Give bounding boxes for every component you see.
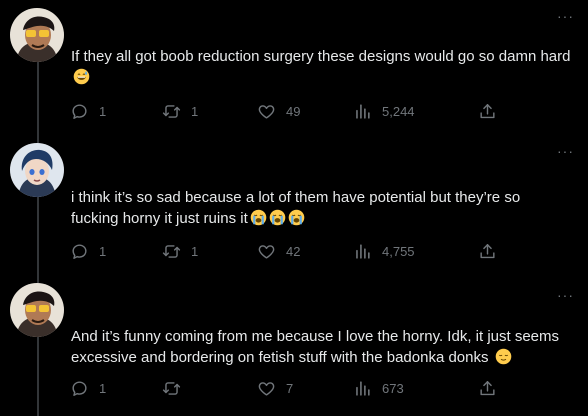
share-icon [478, 242, 497, 261]
reply-thread: ··· If they all got boob reduction surge… [0, 0, 588, 416]
tweet-3[interactable]: ··· And it’s funny coming from me becaus… [0, 275, 588, 416]
reply-icon [70, 102, 89, 121]
tweet-text-content: If they all got boob reduction surgery t… [71, 48, 571, 65]
heart-icon [257, 102, 276, 121]
bar-chart-icon [353, 379, 372, 398]
tweet-1[interactable]: ··· If they all got boob reduction surge… [0, 0, 588, 135]
reply-icon [70, 379, 89, 398]
share-button[interactable] [478, 240, 497, 262]
reply-count: 1 [99, 243, 107, 259]
view-count: 4,755 [382, 243, 415, 259]
heart-icon [257, 242, 276, 261]
retweet-button[interactable] [162, 377, 191, 399]
tweet-2[interactable]: ··· i think it’s so sad because a lot of… [0, 135, 588, 275]
like-button[interactable]: 49 [257, 100, 300, 122]
more-options-icon[interactable]: ··· [557, 8, 574, 24]
avatar[interactable] [10, 283, 64, 337]
view-count: 5,244 [382, 103, 415, 119]
tweet-actions: 1 1 49 5,244 [70, 100, 500, 122]
retweet-icon [162, 379, 181, 398]
reply-button[interactable]: 1 [70, 100, 106, 122]
share-button[interactable] [478, 377, 497, 399]
more-options-icon[interactable]: ··· [557, 143, 574, 159]
like-count: 49 [286, 103, 301, 119]
tweet-text: If they all got boob reduction surgery t… [71, 46, 571, 88]
retweet-icon [162, 102, 181, 121]
view-count: 673 [382, 380, 404, 396]
share-icon [478, 102, 497, 121]
reply-icon [70, 242, 89, 261]
like-button[interactable]: 7 [257, 377, 293, 399]
relieved-face-emoji [495, 348, 512, 365]
reply-button[interactable]: 1 [70, 377, 106, 399]
loudly-crying-emoji [250, 209, 267, 226]
tweet-actions: 1 7 673 [70, 377, 500, 399]
bar-chart-icon [353, 242, 372, 261]
bar-chart-icon [353, 102, 372, 121]
views-button[interactable]: 673 [353, 377, 404, 399]
like-count: 7 [286, 380, 294, 396]
loudly-crying-emoji [269, 209, 286, 226]
tweet-text: i think it’s so sad because a lot of the… [71, 187, 571, 229]
retweet-button[interactable]: 1 [162, 100, 198, 122]
retweet-icon [162, 242, 181, 261]
tweet-text: And it’s funny coming from me because I … [71, 326, 571, 368]
retweet-count: 1 [191, 243, 199, 259]
more-options-icon[interactable]: ··· [557, 287, 574, 303]
share-button[interactable] [478, 100, 497, 122]
loudly-crying-emoji [288, 209, 305, 226]
tweet-actions: 1 1 42 4,755 [70, 240, 500, 262]
like-button[interactable]: 42 [257, 240, 300, 262]
grinning-sweat-emoji [73, 68, 90, 85]
reply-button[interactable]: 1 [70, 240, 106, 262]
heart-icon [257, 379, 276, 398]
like-count: 42 [286, 243, 301, 259]
avatar[interactable] [10, 143, 64, 197]
reply-count: 1 [99, 103, 107, 119]
retweet-button[interactable]: 1 [162, 240, 198, 262]
tweet-text-content: And it’s funny coming from me because I … [71, 328, 560, 366]
views-button[interactable]: 5,244 [353, 100, 415, 122]
share-icon [478, 379, 497, 398]
avatar[interactable] [10, 8, 64, 62]
reply-count: 1 [99, 380, 107, 396]
retweet-count: 1 [191, 103, 199, 119]
views-button[interactable]: 4,755 [353, 240, 415, 262]
